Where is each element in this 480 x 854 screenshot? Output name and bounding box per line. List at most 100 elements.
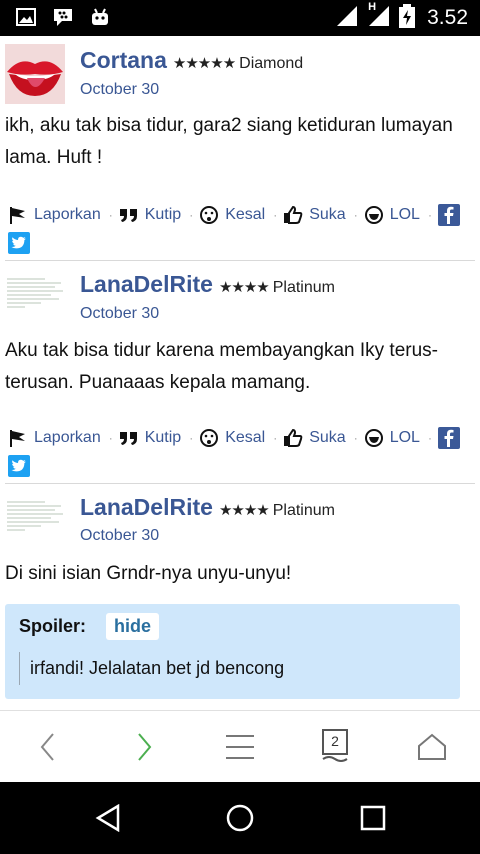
spoiler-content: irfandi! Jelalatan bet jd bencong xyxy=(19,652,446,685)
avatar[interactable] xyxy=(5,273,65,333)
username[interactable]: LanaDelRite ★★★★ Platinum xyxy=(80,494,335,521)
facebook-icon xyxy=(437,427,460,449)
annoyed-button[interactable]: Kesal xyxy=(199,428,265,448)
annoyed-button[interactable]: Kesal xyxy=(199,205,265,225)
clock: 3.52 xyxy=(427,6,468,29)
post-header: Cortana ★★★★★ Diamond October 30 xyxy=(0,36,480,110)
rank-stars: ★★★★ xyxy=(218,502,270,519)
lol-button[interactable]: LOL xyxy=(364,428,420,448)
back-button[interactable] xyxy=(28,727,68,767)
quote-icon xyxy=(119,432,137,445)
report-label: Laporkan xyxy=(34,206,101,223)
quote-icon xyxy=(119,209,137,222)
post-body: ikh, aku tak bisa tidur, gara2 siang ket… xyxy=(5,115,453,168)
twitter-icon xyxy=(8,455,30,477)
back-icon xyxy=(40,733,54,761)
quote-label: Kutip xyxy=(144,429,182,446)
battery-charging-icon xyxy=(399,4,416,32)
lol-button[interactable]: LOL xyxy=(364,205,420,225)
like-label: Suka xyxy=(309,206,346,223)
quote-button[interactable]: Kutip xyxy=(119,429,181,447)
post-header: LanaDelRite ★★★★ Platinum October 30 xyxy=(0,261,480,335)
twitter-share-button[interactable] xyxy=(8,455,36,477)
spoiler-label: Spoiler: xyxy=(19,615,87,636)
username[interactable]: Cortana ★★★★★ Diamond xyxy=(80,47,303,74)
browser-toolbar: 2 xyxy=(0,710,480,782)
flag-icon xyxy=(10,430,25,447)
nav-back-button[interactable] xyxy=(88,800,128,836)
separator: · xyxy=(189,431,194,445)
facebook-icon xyxy=(437,204,460,226)
report-button[interactable]: Laporkan xyxy=(8,428,101,448)
annoyed-face-icon xyxy=(200,429,219,447)
thumbs-up-icon xyxy=(284,428,303,447)
bbm-icon xyxy=(52,7,74,31)
square-recents-icon xyxy=(360,805,386,831)
post-actions: Laporkan · Kutip · Kesal · Suka · LOL · xyxy=(0,425,480,479)
tabs-button[interactable]: 2 xyxy=(316,727,356,767)
menu-icon xyxy=(226,735,254,759)
post-date[interactable]: October 30 xyxy=(80,527,159,545)
facebook-share-button[interactable] xyxy=(437,204,466,226)
annoyed-label: Kesal xyxy=(225,429,266,446)
post-body: Aku tak bisa tidur karena membayangkan I… xyxy=(5,340,438,393)
post: Cortana ★★★★★ Diamond October 30 ikh, aku … xyxy=(0,36,480,260)
network-type-label: H xyxy=(368,1,377,13)
quote-label: Kutip xyxy=(144,206,182,223)
username-text[interactable]: LanaDelRite xyxy=(80,271,213,297)
laughing-face-icon xyxy=(364,429,383,447)
separator: · xyxy=(108,431,113,445)
username-text[interactable]: LanaDelRite xyxy=(80,494,213,520)
username-text[interactable]: Cortana xyxy=(80,47,167,73)
separator: · xyxy=(427,431,432,445)
signal-h-icon: H xyxy=(367,1,391,32)
spoiler-header: Spoiler: hide xyxy=(19,610,446,642)
avatar[interactable] xyxy=(5,496,65,556)
system-nav-bar xyxy=(0,782,480,854)
thumbs-up-icon xyxy=(284,205,303,224)
forward-icon xyxy=(138,733,152,761)
separator: · xyxy=(189,208,194,222)
post-header: LanaDelRite ★★★★ Platinum October 30 xyxy=(0,484,480,558)
home-button[interactable] xyxy=(412,727,452,767)
post-body: Di sini isian Grndr-nya unyu-unyu! xyxy=(5,563,292,584)
post-date[interactable]: October 30 xyxy=(80,305,159,323)
circle-home-icon xyxy=(226,804,254,832)
post: LanaDelRite ★★★★ Platinum October 30 Di si… xyxy=(0,484,480,699)
menu-button[interactable] xyxy=(220,727,260,767)
report-button[interactable]: Laporkan xyxy=(8,205,101,225)
forward-button[interactable] xyxy=(124,727,164,767)
twitter-icon xyxy=(8,232,30,254)
separator: · xyxy=(427,208,432,222)
flag-icon xyxy=(10,207,25,224)
like-label: Suka xyxy=(309,429,346,446)
like-button[interactable]: Suka xyxy=(283,205,346,225)
rank-label: Diamond xyxy=(239,55,304,72)
nav-home-button[interactable] xyxy=(220,800,260,836)
twitter-share-button[interactable] xyxy=(8,232,36,254)
laughing-face-icon xyxy=(364,206,383,224)
annoyed-face-icon xyxy=(200,206,219,224)
facebook-share-button[interactable] xyxy=(437,427,466,449)
avatar[interactable] xyxy=(5,44,65,104)
quote-button[interactable]: Kutip xyxy=(119,206,181,224)
like-button[interactable]: Suka xyxy=(283,428,346,448)
rank-stars: ★★★★ xyxy=(218,279,270,296)
separator: · xyxy=(273,431,278,445)
post-date[interactable]: October 30 xyxy=(80,81,159,99)
nav-recents-button[interactable] xyxy=(353,800,393,836)
spoiler-box: Spoiler: hide irfandi! Jelalatan bet jd … xyxy=(5,604,460,699)
username[interactable]: LanaDelRite ★★★★ Platinum xyxy=(80,271,335,298)
signal-icon xyxy=(335,4,359,32)
image-icon xyxy=(16,8,36,30)
separator: · xyxy=(353,431,358,445)
tab-count: 2 xyxy=(331,733,339,749)
post-actions: Laporkan · Kutip · Kesal · Suka · LOL · xyxy=(0,202,480,256)
rank-label: Platinum xyxy=(272,279,335,296)
triangle-back-icon xyxy=(95,804,120,832)
android-icon xyxy=(90,7,110,31)
home-icon xyxy=(418,733,446,760)
spoiler-hide-button[interactable]: hide xyxy=(106,612,160,640)
annoyed-label: Kesal xyxy=(225,206,266,223)
report-label: Laporkan xyxy=(34,429,101,446)
